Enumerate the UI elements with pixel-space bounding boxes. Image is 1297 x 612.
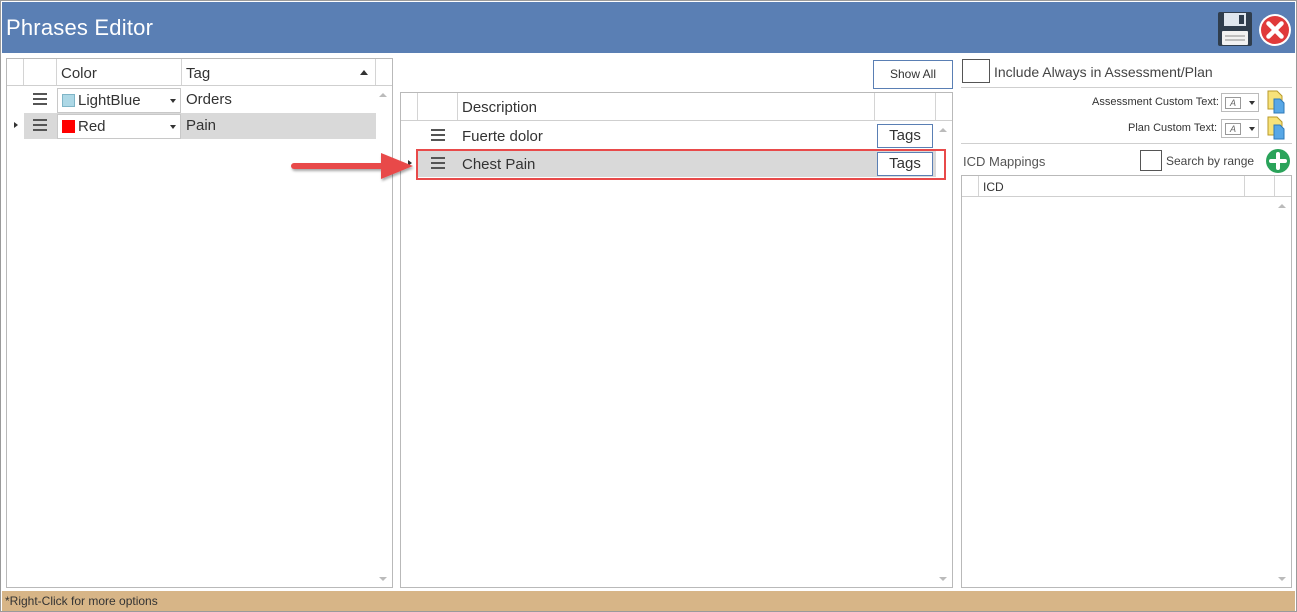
drag-handle-icon[interactable] [431, 129, 445, 141]
phrase-description[interactable]: Fuerte dolor [462, 128, 543, 145]
tags-button[interactable]: Tags [877, 152, 933, 176]
table-row[interactable]: Fuerte dolor Tags [401, 122, 936, 150]
scroll-down-icon[interactable] [939, 577, 947, 581]
plan-custom-text-dropdown[interactable]: A [1221, 119, 1259, 138]
include-always-checkbox[interactable] [962, 59, 990, 83]
drag-handle-icon[interactable] [33, 93, 47, 105]
window-title: Phrases Editor [6, 15, 154, 40]
tags-button[interactable]: Tags [877, 124, 933, 148]
icd-grid-scrollbar[interactable] [1275, 198, 1289, 587]
phrases-grid-header: Description [401, 93, 952, 121]
scroll-up-icon[interactable] [1278, 204, 1286, 208]
drag-handle-icon[interactable] [431, 157, 445, 169]
color-dropdown[interactable]: LightBlue [57, 88, 181, 113]
chevron-down-icon[interactable] [170, 99, 176, 103]
color-swatch [62, 120, 75, 133]
tag-column-header[interactable]: Tag [186, 65, 210, 82]
current-row-indicator-icon [14, 122, 18, 128]
phrase-description[interactable]: Chest Pain [462, 156, 535, 173]
paste-icon[interactable] [1265, 116, 1285, 140]
color-column-header[interactable]: Color [61, 65, 97, 82]
table-row-selected[interactable]: Chest Pain Tags [401, 150, 936, 178]
icd-column-header[interactable]: ICD [983, 180, 1004, 194]
search-by-range-checkbox[interactable] [1140, 150, 1162, 171]
include-always-label: Include Always in Assessment/Plan [994, 64, 1213, 80]
icd-grid-header: ICD [962, 176, 1291, 197]
tags-grid-header: Color Tag [7, 59, 392, 86]
icd-mappings-label: ICD Mappings [963, 154, 1046, 169]
status-text: *Right-Click for more options [5, 594, 158, 608]
tags-grid: Color Tag LightBlue Orders Red Pain [6, 58, 393, 588]
color-dropdown[interactable]: Red [57, 114, 181, 139]
scroll-down-icon[interactable] [1278, 577, 1286, 581]
sort-ascending-icon [360, 70, 368, 75]
tag-value[interactable]: Orders [186, 91, 232, 108]
title-bar: Phrases Editor [2, 2, 1295, 53]
close-icon[interactable] [1258, 13, 1292, 47]
annotation-arrow-icon [291, 153, 413, 179]
color-value: Red [78, 118, 106, 135]
chevron-down-icon[interactable] [1249, 101, 1255, 105]
table-row[interactable]: LightBlue Orders [7, 87, 376, 113]
scroll-down-icon[interactable] [379, 577, 387, 581]
status-bar: *Right-Click for more options [2, 591, 1295, 611]
chevron-down-icon[interactable] [1249, 127, 1255, 131]
plus-icon[interactable] [1265, 148, 1291, 174]
phrases-grid-scrollbar[interactable] [936, 122, 950, 587]
color-value: LightBlue [78, 92, 141, 109]
assessment-custom-text-dropdown[interactable]: A [1221, 93, 1259, 112]
color-swatch [62, 94, 75, 107]
scroll-up-icon[interactable] [939, 128, 947, 132]
scroll-up-icon[interactable] [379, 93, 387, 97]
drag-handle-icon[interactable] [33, 119, 47, 131]
floppy-disk-icon[interactable] [1217, 10, 1253, 48]
assessment-custom-text-label: Assessment Custom Text: [1092, 96, 1219, 108]
chevron-down-icon[interactable] [170, 125, 176, 129]
paste-icon[interactable] [1265, 90, 1285, 114]
tag-value[interactable]: Pain [186, 117, 216, 134]
text-format-icon: A [1225, 97, 1241, 109]
search-by-range-label: Search by range [1166, 154, 1255, 168]
phrases-grid: Description Fuerte dolor Tags Chest Pain… [400, 92, 953, 588]
plan-custom-text-label: Plan Custom Text: [1128, 122, 1218, 134]
description-column-header[interactable]: Description [462, 99, 537, 116]
phrases-editor-window: Phrases Editor Color Tag LightBlue Order… [0, 0, 1297, 612]
text-format-icon: A [1225, 123, 1241, 135]
icd-grid: ICD [961, 175, 1292, 588]
show-all-button[interactable]: Show All [873, 60, 953, 89]
table-row-selected[interactable]: Red Pain [7, 113, 376, 139]
